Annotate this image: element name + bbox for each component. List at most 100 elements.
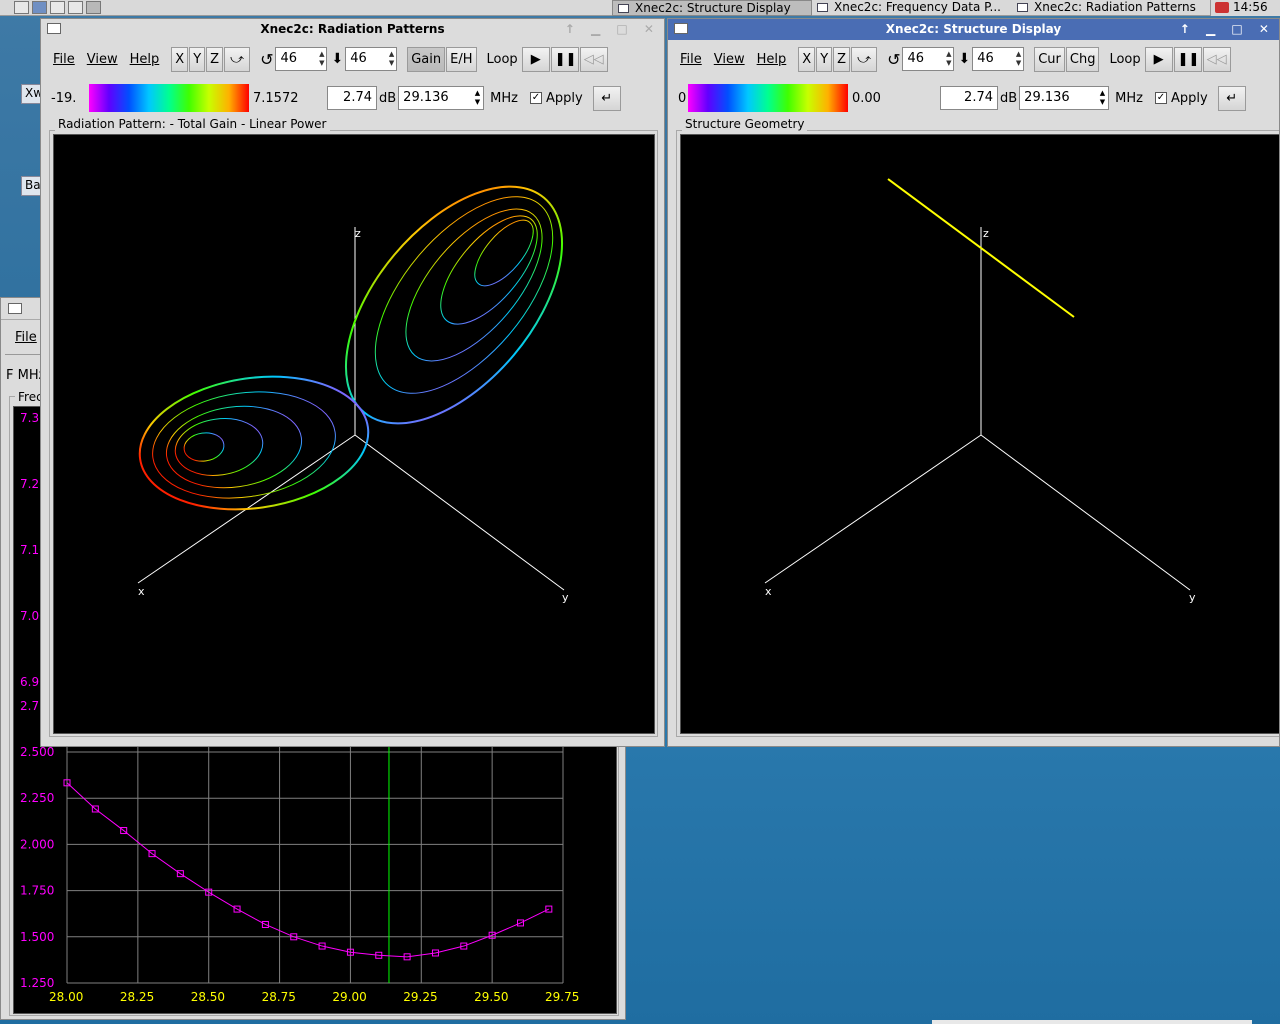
struct-titlebar[interactable]: Xnec2c: Structure Display ↑ ▁ □ ✕ (668, 19, 1279, 40)
task-frequency-data[interactable]: Xnec2c: Frequency Data P... (812, 0, 1012, 16)
spin-arrows-icon[interactable]: ▲ ▼ (389, 50, 394, 68)
coordinate-axes (137, 227, 565, 591)
rad-pattern-canvas[interactable]: z x y (53, 134, 655, 734)
reset-button[interactable]: ◁◁ (1202, 46, 1231, 72)
window-controls[interactable]: ↑ ▁ □ ✕ (1180, 19, 1275, 39)
freq-value: 29.136 (403, 90, 449, 105)
play-icon: ▶ (1153, 51, 1164, 67)
gain-button[interactable]: Gain (407, 46, 446, 72)
default-view-button[interactable]: ⤻ (851, 46, 878, 72)
reset-button[interactable]: ◁◁ (579, 46, 608, 72)
enter-icon: ↵ (601, 90, 613, 106)
view-y-button[interactable]: Y (189, 46, 206, 72)
rotate-spin[interactable]: 46 ▲ ▼ (902, 47, 955, 71)
rotate-value: 46 (280, 51, 298, 66)
rotate-icon: ↺ (260, 49, 274, 69)
vswr-series-points (63, 779, 553, 961)
view-x-button[interactable]: X (798, 46, 816, 72)
rad-toolbar: File View Help X Y Z ⤻ ↺ 46 ▲ ▼ ⬇ 46 ▲ ▼ Gai… (47, 46, 659, 72)
db-field[interactable]: 2.74 (327, 86, 377, 110)
apply-label: Apply (1171, 90, 1208, 106)
db-field[interactable]: 2.74 (940, 86, 998, 110)
menu-label: Help (756, 51, 787, 67)
freq-value: 29.136 (1024, 90, 1070, 105)
axis-z-label: z (355, 227, 361, 240)
spin-arrows-icon[interactable]: ▲ ▼ (1100, 89, 1105, 107)
desktop-switcher-icon[interactable] (14, 1, 29, 14)
incline-spin[interactable]: 46 ▲ ▼ (972, 47, 1025, 71)
rad-scale-row: -19. 7.1572 2.74 dB 29.136 ▲ ▼ MHz ✓ Apply… (47, 84, 659, 112)
menu-file[interactable]: File (9, 330, 43, 345)
incline-icon: ⬇ (958, 51, 971, 67)
y-tick-label: 2.500 (20, 745, 54, 759)
workspace-4-icon[interactable] (86, 1, 101, 14)
axis-y-label: y (562, 591, 569, 604)
window-menu-icon[interactable] (674, 23, 688, 34)
spin-arrows-icon[interactable]: ▲ ▼ (475, 89, 480, 107)
enter-icon: ↵ (1226, 90, 1238, 106)
workspace-2-icon[interactable] (50, 1, 65, 14)
window-menu-icon[interactable] (47, 23, 61, 34)
spin-arrows-icon[interactable]: ▲ ▼ (319, 50, 324, 68)
currents-button[interactable]: Cur (1034, 46, 1065, 72)
menu-view[interactable]: View (708, 52, 751, 67)
x-tick-label: 28.00 (49, 990, 83, 1004)
view-y-button[interactable]: Y (816, 46, 833, 72)
taskbar: Xnec2c: Structure Display Xnec2c: Freque… (0, 0, 1280, 16)
task-radiation-patterns[interactable]: Xnec2c: Radiation Patterns (1012, 0, 1208, 16)
play-button[interactable]: ▶ (1144, 46, 1173, 72)
enter-button[interactable]: ↵ (592, 85, 621, 111)
menu-label: File (680, 51, 702, 67)
rad-titlebar[interactable]: Xnec2c: Radiation Patterns ↑ ▁ □ ✕ (41, 19, 664, 40)
rad-frame-label: Radiation Pattern: - Total Gain - Linear… (55, 117, 330, 131)
menu-label: View (713, 51, 745, 67)
task-structure-display[interactable]: Xnec2c: Structure Display (612, 0, 812, 16)
battery-icon (1215, 2, 1229, 13)
play-button[interactable]: ▶ (521, 46, 550, 72)
scale-max-label: 0.00 (852, 90, 881, 106)
window-controls[interactable]: ↑ ▁ □ ✕ (565, 19, 660, 39)
spin-arrows-icon[interactable]: ▲ ▼ (946, 50, 951, 68)
spin-arrows-icon[interactable]: ▲ ▼ (1016, 50, 1021, 68)
enter-button[interactable]: ↵ (1217, 85, 1246, 111)
window-menu-icon[interactable] (8, 303, 22, 314)
menu-view[interactable]: View (81, 52, 124, 67)
view-z-button[interactable]: Z (833, 46, 851, 72)
freq-field[interactable]: 29.136 ▲ ▼ (398, 86, 485, 110)
default-view-icon: ⤻ (857, 51, 872, 67)
default-view-button[interactable]: ⤻ (224, 46, 251, 72)
menu-file[interactable]: File (47, 52, 81, 67)
view-z-button[interactable]: Z (206, 46, 224, 72)
menu-help[interactable]: Help (751, 52, 793, 67)
pause-button[interactable]: ❚❚ (1173, 46, 1202, 72)
current-color-scale (688, 84, 848, 112)
pause-icon: ❚❚ (554, 51, 577, 67)
menu-label: Help (129, 51, 160, 67)
scale-min-label: -19. (51, 90, 77, 106)
clock[interactable]: 14:56 (1210, 0, 1280, 16)
rotate-spin[interactable]: 46 ▲ ▼ (275, 47, 328, 71)
apply-checkbox[interactable]: ✓ (1155, 92, 1167, 104)
x-tick-label: 29.50 (474, 990, 508, 1004)
workspace-1-icon[interactable] (32, 1, 47, 14)
axis-x-label: x (765, 585, 772, 598)
menu-help[interactable]: Help (124, 52, 166, 67)
pause-button[interactable]: ❚❚ (550, 46, 579, 72)
vswr-series-line (66, 782, 550, 958)
eh-button[interactable]: E/H (446, 46, 477, 72)
loop-label: Loop (1109, 51, 1141, 67)
structure-canvas[interactable]: z x y (680, 134, 1279, 734)
struct-frame-label: Structure Geometry (682, 117, 808, 131)
scale-min-label: 0 (678, 90, 687, 106)
workspace-3-icon[interactable] (68, 1, 83, 14)
charges-button[interactable]: Chg (1065, 46, 1100, 72)
menu-file[interactable]: File (674, 52, 708, 67)
default-view-icon: ⤻ (230, 51, 245, 67)
x-axis-labels: 28.00 28.25 28.50 28.75 29.00 29.25 29.50 29.75 (49, 990, 579, 1004)
back-lobe (138, 375, 370, 511)
view-x-button[interactable]: X (171, 46, 189, 72)
x-tick-label: 29.00 (332, 990, 366, 1004)
freq-field[interactable]: 29.136 ▲ ▼ (1019, 86, 1110, 110)
incline-spin[interactable]: 46 ▲ ▼ (345, 47, 398, 71)
apply-checkbox[interactable]: ✓ (530, 92, 542, 104)
